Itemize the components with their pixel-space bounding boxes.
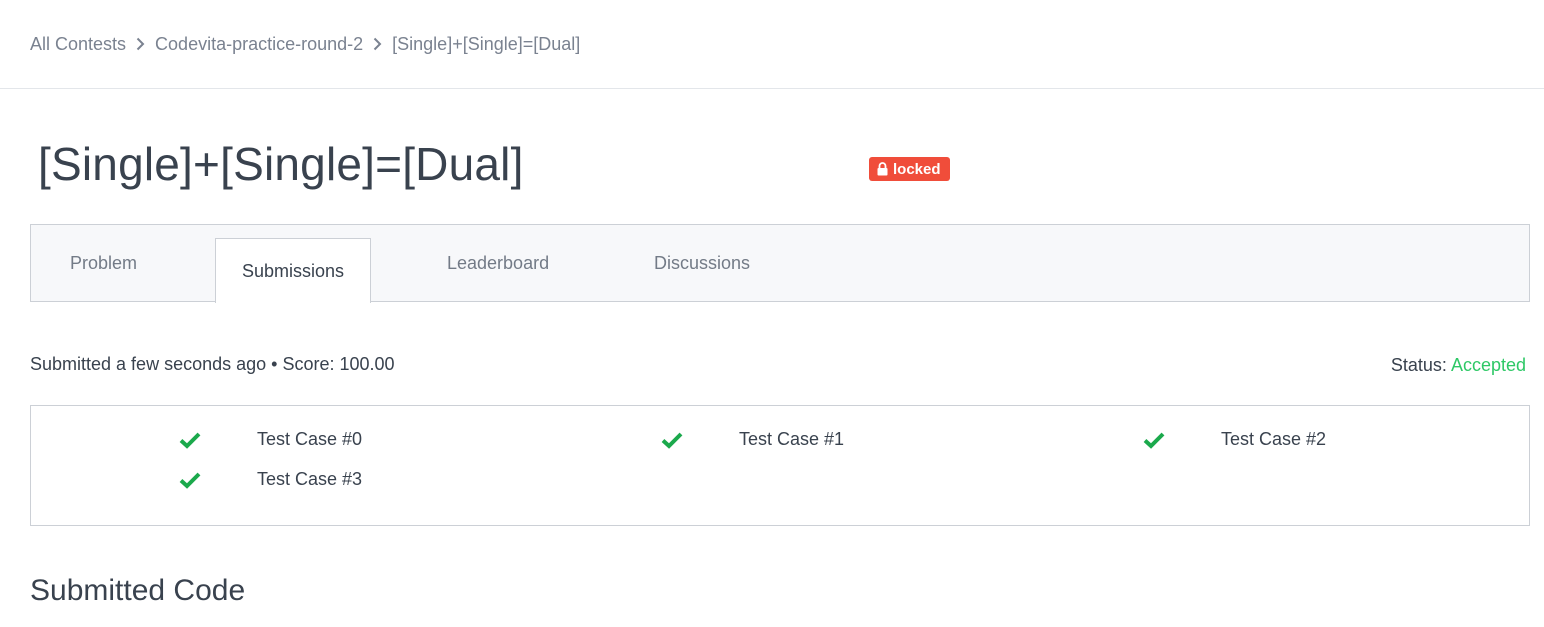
submission-status: Status: Accepted [1391, 355, 1526, 376]
test-case-item[interactable]: Test Case #3 [179, 469, 362, 490]
breadcrumb-all-contests[interactable]: All Contests [30, 34, 126, 55]
check-icon [661, 431, 683, 449]
chevron-right-icon [136, 37, 145, 51]
tab-problem[interactable]: Problem [70, 225, 137, 301]
tab-discussions[interactable]: Discussions [654, 225, 750, 301]
check-icon [179, 471, 201, 489]
page-title: [Single]+[Single]=[Dual] [38, 138, 524, 190]
breadcrumb-contest[interactable]: Codevita-practice-round-2 [155, 34, 363, 55]
header-divider [0, 88, 1544, 89]
locked-badge-label: locked [893, 160, 941, 178]
breadcrumb: All Contests Codevita-practice-round-2 [… [30, 31, 580, 57]
test-case-label: Test Case #2 [1221, 429, 1327, 449]
challenge-tabs: Problem Submissions Leaderboard Discussi… [30, 224, 1530, 303]
chevron-right-icon [373, 37, 382, 51]
test-case-label: Test Case #1 [739, 429, 845, 449]
locked-badge: locked [869, 157, 950, 181]
submitted-code-heading: Submitted Code [30, 574, 246, 607]
test-case-label: Test Case #3 [257, 469, 363, 489]
test-case-item[interactable]: Test Case #0 [179, 429, 362, 450]
tab-submissions[interactable]: Submissions [215, 238, 371, 303]
test-case-item[interactable]: Test Case #1 [661, 429, 844, 450]
test-cases-panel: Test Case #0 Test Case #1 Test Case #2 T… [30, 405, 1530, 526]
breadcrumb-challenge[interactable]: [Single]+[Single]=[Dual] [392, 34, 580, 55]
submission-meta: Submitted a few seconds ago • Score: 100… [30, 354, 395, 374]
status-value: Accepted [1450, 355, 1526, 375]
tab-leaderboard[interactable]: Leaderboard [447, 225, 549, 301]
test-case-item[interactable]: Test Case #2 [1143, 429, 1326, 450]
check-icon [179, 431, 201, 449]
status-label: Status: [1390, 355, 1447, 375]
test-case-label: Test Case #0 [257, 429, 363, 449]
lock-icon [877, 162, 888, 176]
check-icon [1143, 431, 1165, 449]
